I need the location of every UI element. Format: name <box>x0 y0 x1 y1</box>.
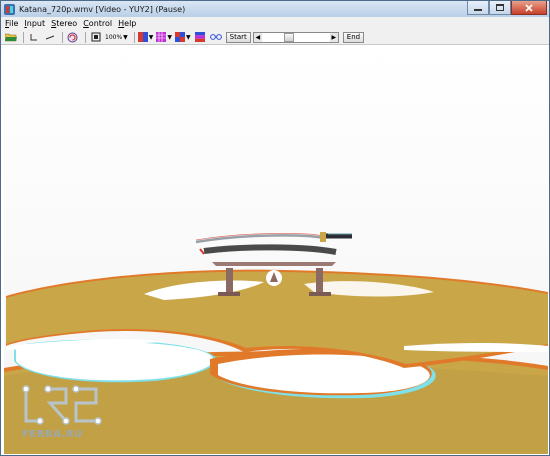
layout-button[interactable] <box>27 31 40 43</box>
start-button[interactable]: Start <box>225 31 251 43</box>
menu-stereo[interactable]: Stereo <box>51 19 77 28</box>
glasses-icon <box>210 34 223 40</box>
zoom-dropdown[interactable]: 100% ▼ <box>105 31 128 43</box>
slider-thumb[interactable] <box>283 32 294 42</box>
close-icon <box>525 3 533 12</box>
swap-icon <box>45 35 54 40</box>
color-mode-icon <box>137 32 148 42</box>
menu-file-label: ile <box>9 19 19 28</box>
menu-control[interactable]: Control <box>83 19 112 28</box>
menu-help-label: elp <box>124 19 137 28</box>
dropdown-arrow-icon: ▼ <box>123 33 128 41</box>
watermark-text: FERRA.RU <box>22 429 83 440</box>
seek-slider[interactable]: ◀ ▶ <box>252 31 339 43</box>
color-mode-4-icon <box>195 32 206 42</box>
menu-input-label: nput <box>26 19 46 28</box>
color-mode-2-icon <box>156 32 167 42</box>
color-mode-button-3[interactable]: ▼ <box>175 31 191 43</box>
maximize-button[interactable] <box>489 1 511 15</box>
toolbar-separator <box>23 31 24 43</box>
slider-track[interactable] <box>262 32 330 42</box>
dropdown-arrow-icon: ▼ <box>186 33 191 41</box>
zoom-value: 100% <box>105 33 123 41</box>
app-icon <box>4 3 15 15</box>
slider-right-arrow-icon[interactable]: ▶ <box>329 32 338 42</box>
dropdown-arrow-icon: ▼ <box>167 33 173 41</box>
menu-file[interactable]: File <box>5 19 18 28</box>
color-mode-button-4[interactable] <box>194 31 207 43</box>
menu-help[interactable]: Help <box>118 19 136 28</box>
fullscreen-button[interactable] <box>89 31 102 43</box>
menu-bar: File Input Stereo Control Help <box>1 17 549 30</box>
open-button[interactable] <box>4 31 17 43</box>
fullscreen-icon <box>91 32 100 42</box>
toolbar-separator <box>133 31 135 43</box>
color-mode-3-icon <box>175 32 186 42</box>
refresh-button[interactable] <box>66 31 79 43</box>
player-window: Katana_720p.wmv [Video - YUY2] (Pause) F… <box>0 0 550 456</box>
color-mode-button-2[interactable]: ▼ <box>156 31 172 43</box>
maximize-icon <box>496 4 504 11</box>
toolbar-separator <box>62 31 63 43</box>
glasses-button[interactable] <box>210 31 223 43</box>
menu-control-label: ontrol <box>88 19 113 28</box>
toolbar-separator <box>85 31 86 43</box>
open-folder-icon <box>4 33 17 42</box>
swap-button[interactable] <box>43 31 56 43</box>
title-bar[interactable]: Katana_720p.wmv [Video - YUY2] (Pause) <box>1 1 549 17</box>
window-controls <box>467 1 547 15</box>
refresh-icon <box>67 32 78 42</box>
menu-stereo-label: tereo <box>56 19 78 28</box>
watermark-logo: FERRA.RU <box>22 385 102 440</box>
close-button[interactable] <box>511 1 547 15</box>
ferra-logo-icon <box>22 385 102 425</box>
toolbar: 100% ▼ ▼ ▼ ▼ Start ◀ ▶ End <box>1 30 549 45</box>
stereo-layout-icon <box>30 34 37 41</box>
minimize-icon <box>474 8 482 11</box>
color-mode-button-1[interactable]: ▼ <box>137 31 154 43</box>
end-button[interactable]: End <box>342 31 365 43</box>
video-viewport[interactable]: FERRA.RU <box>4 46 548 454</box>
slider-left-arrow-icon[interactable]: ◀ <box>253 32 262 42</box>
window-title: Katana_720p.wmv [Video - YUY2] (Pause) <box>19 4 186 14</box>
minimize-button[interactable] <box>467 1 489 15</box>
dropdown-arrow-icon: ▼ <box>148 33 154 41</box>
menu-input[interactable]: Input <box>24 19 45 28</box>
